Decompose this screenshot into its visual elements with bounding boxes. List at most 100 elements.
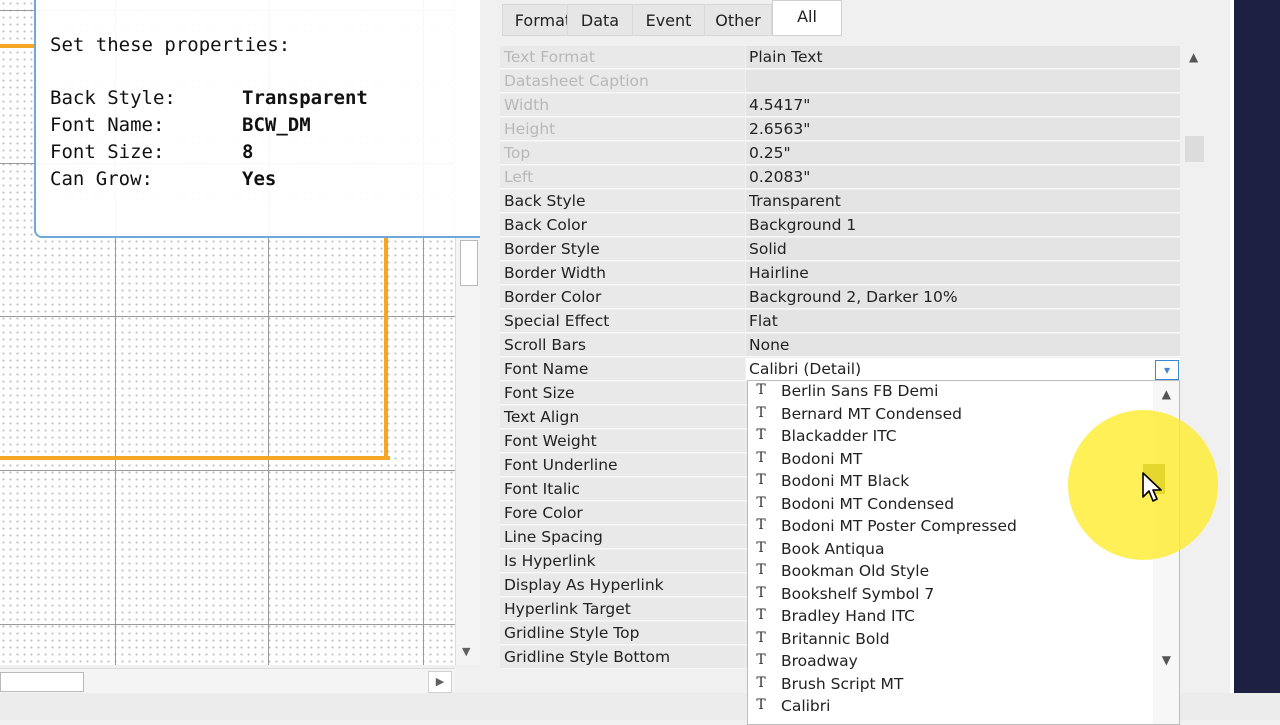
- property-value[interactable]: [746, 70, 1180, 93]
- instruction-callout: Set these properties: Back Style: Transp…: [34, 0, 534, 238]
- property-value[interactable]: Background 2, Darker 10%: [746, 286, 1180, 309]
- property-name: Border Color: [500, 286, 745, 309]
- truetype-font-icon: T: [756, 674, 766, 691]
- property-row-text-format[interactable]: Text Format Plain Text: [500, 46, 1182, 70]
- property-row-top[interactable]: Top 0.25": [500, 142, 1182, 166]
- property-row-back-color[interactable]: Back Color Background 1: [500, 214, 1182, 238]
- property-name: Display As Hyperlink: [500, 574, 745, 597]
- font-option-label: Brush Script MT: [781, 674, 904, 693]
- tab-all[interactable]: All: [772, 0, 842, 36]
- font-option-label: Bodoni MT Black: [781, 472, 910, 490]
- tab-other[interactable]: Other: [704, 4, 772, 36]
- callout-row: Can Grow: Yes: [50, 168, 530, 194]
- property-name: Text Align: [500, 406, 745, 429]
- font-option-label: Bookman Old Style: [781, 562, 930, 580]
- truetype-font-icon: T: [756, 607, 766, 623]
- property-row-special-effect[interactable]: Special Effect Flat: [500, 310, 1182, 334]
- property-row-width[interactable]: Width 4.5417": [500, 94, 1182, 118]
- property-row-scroll-bars[interactable]: Scroll Bars None: [500, 334, 1182, 358]
- property-row-border-style[interactable]: Border Style Solid: [500, 238, 1182, 262]
- property-value[interactable]: Plain Text: [746, 46, 1180, 69]
- callout-value: Yes: [242, 168, 277, 190]
- truetype-font-icon: T: [756, 382, 766, 398]
- truetype-font-icon: T: [756, 584, 766, 601]
- property-name: Top: [500, 142, 745, 165]
- font-option[interactable]: T Bookshelf Symbol 7: [748, 585, 1153, 607]
- property-name: Gridline Style Top: [500, 622, 745, 645]
- property-name: Width: [500, 94, 745, 117]
- design-horizontal-scrollbar[interactable]: ▶: [0, 668, 455, 693]
- truetype-font-icon: T: [756, 629, 766, 646]
- font-option-label: Blackadder ITC: [781, 427, 897, 445]
- font-option[interactable]: T Broadway: [748, 652, 1153, 674]
- property-name: Font Size: [500, 382, 745, 405]
- truetype-font-icon: T: [756, 539, 766, 556]
- up-arrow-icon[interactable]: ▲: [1189, 50, 1198, 64]
- font-option[interactable]: T Brush Script MT: [748, 675, 1153, 697]
- callout-key: Back Style:: [50, 87, 176, 109]
- property-value[interactable]: 0.2083": [746, 166, 1180, 189]
- scroll-thumb[interactable]: [0, 672, 84, 692]
- font-option[interactable]: T Bernard MT Condensed: [748, 405, 1153, 427]
- right-arrow-icon[interactable]: ▶: [428, 671, 452, 693]
- property-name: Left: [500, 166, 745, 189]
- property-value[interactable]: 0.25": [746, 142, 1180, 165]
- property-value[interactable]: None: [746, 334, 1180, 357]
- property-row-border-width[interactable]: Border Width Hairline: [500, 262, 1182, 286]
- property-name: Scroll Bars: [500, 334, 745, 357]
- property-row-font-name[interactable]: Font Name Calibri (Detail): [500, 358, 1182, 382]
- property-name: Is Hyperlink: [500, 550, 745, 573]
- property-value[interactable]: Background 1: [746, 214, 1180, 237]
- down-arrow-icon[interactable]: ▼: [462, 645, 470, 658]
- property-name: Back Style: [500, 190, 745, 213]
- truetype-font-icon: T: [756, 562, 766, 578]
- scroll-thumb[interactable]: [1185, 136, 1204, 162]
- property-value[interactable]: 2.6563": [746, 118, 1180, 141]
- callout-row: Back Style: Transparent: [50, 87, 530, 113]
- tab-data[interactable]: Data: [567, 4, 633, 36]
- property-name: Datasheet Caption: [500, 70, 745, 93]
- font-option-label: Bernard MT Condensed: [781, 404, 963, 423]
- property-row-left[interactable]: Left 0.2083": [500, 166, 1182, 190]
- font-option[interactable]: T Berlin Sans FB Demi: [748, 382, 1153, 404]
- control-outline: [0, 456, 390, 460]
- property-row-back-style[interactable]: Back Style Transparent: [500, 190, 1182, 214]
- down-arrow-icon[interactable]: ▼: [1162, 653, 1171, 667]
- font-option-label: Book Antiqua: [781, 539, 885, 558]
- property-name: Gridline Style Bottom: [500, 646, 745, 669]
- property-value[interactable]: 4.5417": [746, 94, 1180, 117]
- callout-row: Font Name: BCW_DM: [50, 114, 530, 140]
- property-value[interactable]: Hairline: [746, 262, 1180, 285]
- callout-title: Set these properties:: [50, 34, 291, 56]
- property-value[interactable]: Transparent: [746, 190, 1180, 213]
- callout-value: BCW_DM: [242, 114, 311, 136]
- property-row-height[interactable]: Height 2.6563": [500, 118, 1182, 142]
- font-option-label: Bookshelf Symbol 7: [781, 584, 935, 603]
- property-value[interactable]: Solid: [746, 238, 1180, 261]
- callout-value: Transparent: [242, 87, 368, 109]
- property-sheet-scrollbar[interactable]: ▲: [1183, 46, 1207, 686]
- truetype-font-icon: T: [756, 517, 766, 533]
- tab-event[interactable]: Event: [632, 4, 705, 36]
- property-name: Hyperlink Target: [500, 598, 745, 621]
- callout-row: Font Size: 8: [50, 141, 530, 167]
- font-option[interactable]: T Bradley Hand ITC: [748, 607, 1153, 629]
- up-arrow-icon[interactable]: ▲: [1162, 387, 1171, 401]
- font-option[interactable]: T Britannic Bold: [748, 630, 1153, 652]
- mouse-pointer-icon: [1142, 472, 1162, 502]
- scroll-thumb[interactable]: [460, 240, 478, 286]
- property-value[interactable]: Flat: [746, 310, 1180, 333]
- property-name: Back Color: [500, 214, 745, 237]
- property-row-datasheet-caption[interactable]: Datasheet Caption: [500, 70, 1182, 94]
- font-name-input[interactable]: Calibri (Detail): [746, 358, 1180, 381]
- property-name: Text Format: [500, 46, 745, 69]
- font-option-label: Bodoni MT Poster Compressed: [781, 517, 1017, 535]
- font-option[interactable]: T Bookman Old Style: [748, 562, 1153, 584]
- property-row-border-color[interactable]: Border Color Background 2, Darker 10%: [500, 286, 1182, 310]
- font-option-label: Britannic Bold: [781, 629, 890, 648]
- truetype-font-icon: T: [756, 449, 766, 466]
- font-option[interactable]: T Book Antiqua: [748, 540, 1153, 562]
- chevron-down-icon[interactable]: ▾: [1155, 360, 1179, 380]
- font-option[interactable]: T Calibri: [748, 697, 1153, 719]
- property-name: Height: [500, 118, 745, 141]
